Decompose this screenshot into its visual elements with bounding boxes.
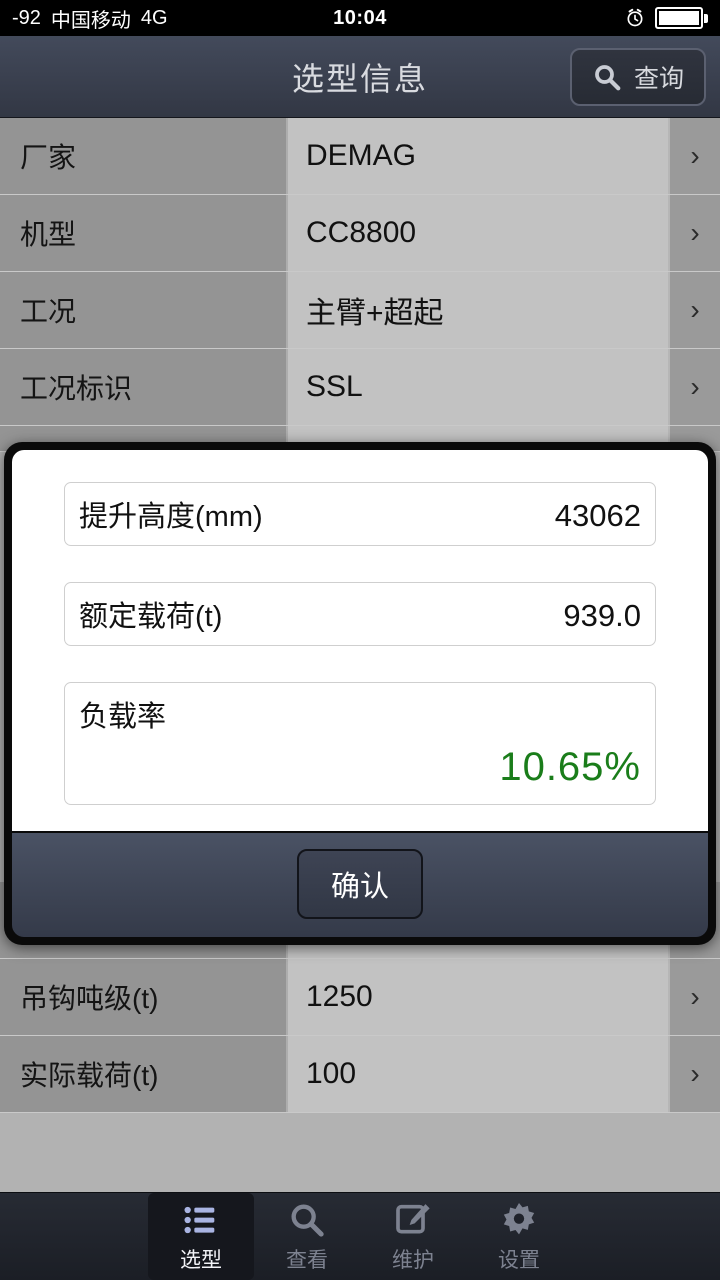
tab-selection[interactable]: 选型 <box>148 1193 254 1280</box>
row-value: 100 <box>288 1036 668 1112</box>
lift-height-value: 43062 <box>554 498 641 533</box>
search-button-label: 查询 <box>633 64 684 93</box>
app-screen: -92 中国移动 4G 10:04 选型信息 查询 厂家 DEMAG › 机型 … <box>0 0 720 1280</box>
row-label: 工况标识 <box>0 349 288 425</box>
status-bar-right <box>625 7 708 29</box>
alarm-clock-icon <box>627 8 643 27</box>
confirm-button[interactable]: 确认 <box>296 849 423 919</box>
table-row[interactable]: 机型 CC8800 › <box>0 195 720 272</box>
table-row[interactable]: 厂家 DEMAG › <box>0 118 720 195</box>
result-dialog: 提升高度(mm) 43062 额定载荷(t) 939.0 负载率 10.65% … <box>4 442 716 945</box>
load-rate-field[interactable]: 负载率 10.65% <box>64 682 656 805</box>
chevron-right-icon[interactable]: › <box>668 349 720 425</box>
row-label: 厂家 <box>0 118 288 194</box>
search-button[interactable]: 查询 <box>569 47 706 106</box>
table-row[interactable]: 工况标识 SSL › <box>0 349 720 426</box>
selection-list-top: 厂家 DEMAG › 机型 CC8800 › 工况 主臂+超起 › 工况标识 S… <box>0 118 720 452</box>
chevron-right-icon[interactable]: › <box>668 195 720 271</box>
tab-label: 维护 <box>392 1248 434 1272</box>
chevron-right-icon[interactable]: › <box>668 272 720 348</box>
row-value: CC8800 <box>288 195 668 271</box>
load-rate-value: 10.65% <box>499 745 641 789</box>
row-label: 吊钩吨级(t) <box>0 959 288 1035</box>
table-row[interactable]: 吊钩吨级(t) 1250 › <box>0 959 720 1036</box>
row-value: DEMAG <box>288 118 668 194</box>
tab-settings[interactable]: 设置 <box>466 1193 572 1280</box>
row-label: 实际载荷(t) <box>0 1036 288 1112</box>
gear-icon <box>503 1202 535 1234</box>
load-rate-label: 负载率 <box>79 701 167 733</box>
row-value: SSL <box>288 349 668 425</box>
dialog-footer: 确认 <box>12 831 708 937</box>
lift-height-field[interactable]: 提升高度(mm) 43062 <box>64 482 656 546</box>
table-row[interactable]: 实际载荷(t) 100 › <box>0 1036 720 1113</box>
rated-load-label: 额定载荷(t) <box>79 601 223 633</box>
tab-label: 查看 <box>286 1248 328 1272</box>
chevron-right-icon[interactable]: › <box>668 959 720 1035</box>
chevron-right-icon[interactable]: › <box>668 118 720 194</box>
battery-full-icon <box>655 7 708 29</box>
dialog-body: 提升高度(mm) 43062 额定载荷(t) 939.0 负载率 10.65% <box>12 450 708 831</box>
lift-height-label: 提升高度(mm) <box>79 501 263 533</box>
status-bar: -92 中国移动 4G 10:04 <box>0 0 720 36</box>
row-value: 1250 <box>288 959 668 1035</box>
list-icon <box>184 1206 215 1233</box>
tab-label: 选型 <box>180 1248 222 1272</box>
rated-load-value: 939.0 <box>563 598 641 633</box>
navigation-bar: 选型信息 查询 <box>0 36 720 118</box>
tab-bar: 选型 查看 维护 设置 <box>0 1192 720 1280</box>
search-icon <box>595 64 621 90</box>
tab-view[interactable]: 查看 <box>254 1193 360 1280</box>
list-empty-area <box>0 1113 720 1199</box>
rated-load-field[interactable]: 额定载荷(t) 939.0 <box>64 582 656 646</box>
search-icon <box>291 1204 324 1237</box>
row-label: 工况 <box>0 272 288 348</box>
chevron-right-icon[interactable]: › <box>668 1036 720 1112</box>
tab-label: 设置 <box>498 1248 540 1272</box>
status-bar-clock: 10:04 <box>333 6 387 29</box>
row-label: 机型 <box>0 195 288 271</box>
edit-square-icon <box>396 1203 430 1233</box>
tab-maintenance[interactable]: 维护 <box>360 1193 466 1280</box>
table-row[interactable]: 工况 主臂+超起 › <box>0 272 720 349</box>
row-value: 主臂+超起 <box>288 272 668 348</box>
